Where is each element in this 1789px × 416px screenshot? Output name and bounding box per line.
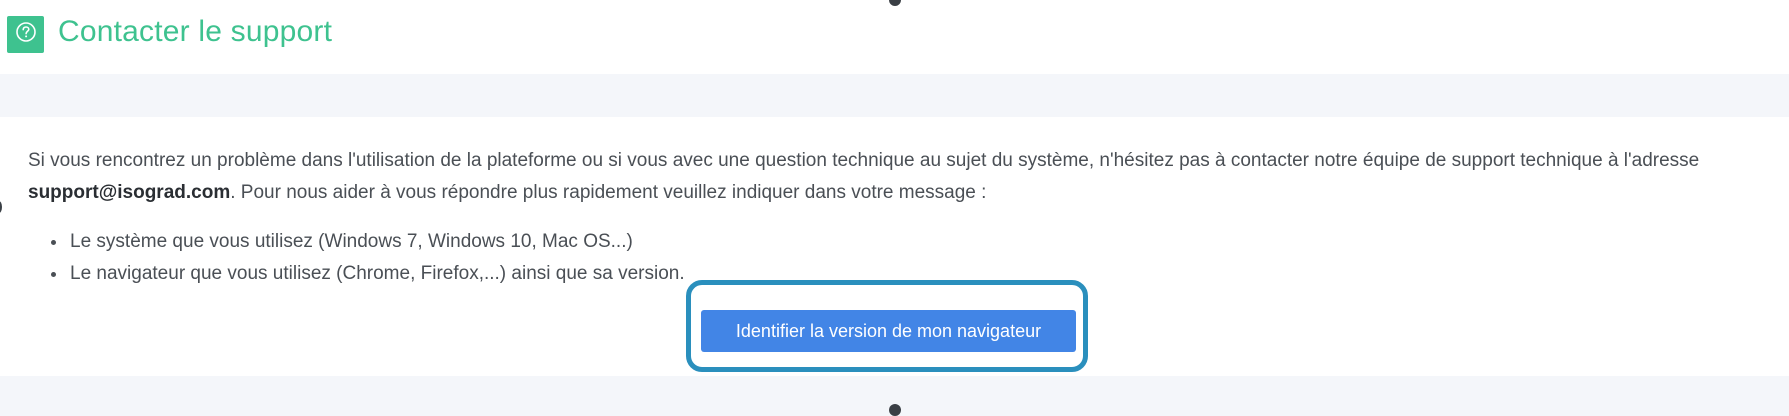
support-description: Si vous rencontrez un problème dans l'ut… [28,145,1728,209]
scroll-indicator-top [889,0,901,6]
scroll-indicator-bottom [889,404,901,416]
list-item: Le navigateur que vous utilisez (Chrome,… [68,258,685,290]
intro-text-end: . Pour nous aider à vous répondre plus r… [230,182,987,203]
list-item: Le système que vous utilisez (Windows 7,… [68,226,685,258]
question-circle-icon [15,21,37,48]
page-title: Contacter le support [58,15,333,48]
requirements-list: Le système que vous utilisez (Windows 7,… [40,226,685,290]
page-header: Contacter le support [0,0,1789,74]
identify-browser-button[interactable]: Identifier la version de mon navigateur [701,310,1076,352]
intro-text: Si vous rencontrez un problème dans l'ut… [28,150,1700,171]
help-badge [7,16,44,53]
support-email: support@isograd.com [28,182,231,203]
